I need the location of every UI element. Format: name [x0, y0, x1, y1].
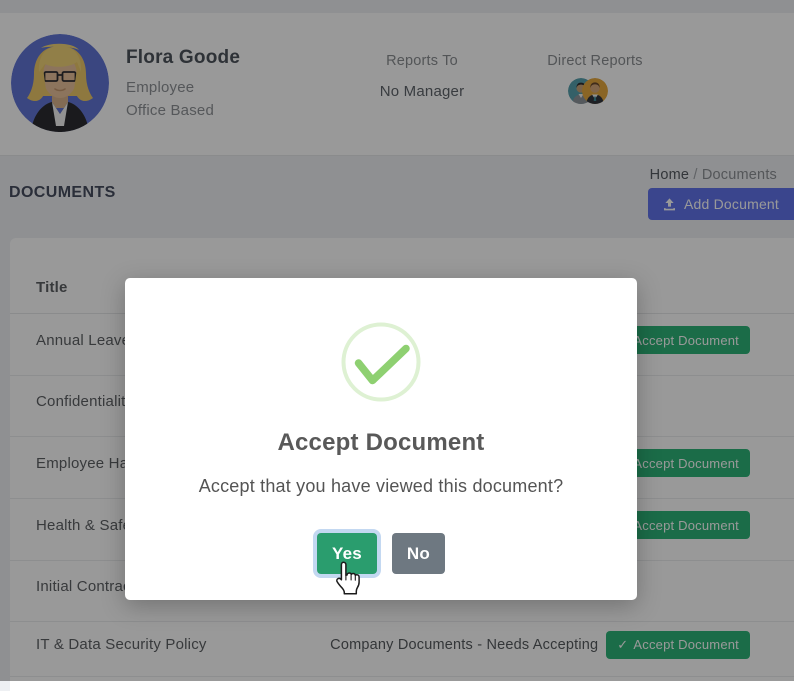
yes-button[interactable]: Yes — [317, 533, 377, 574]
accept-document-modal: Accept Document Accept that you have vie… — [125, 278, 637, 600]
modal-actions: Yes No — [125, 533, 637, 574]
success-check-icon — [341, 322, 421, 402]
modal-message: Accept that you have viewed this documen… — [125, 476, 637, 497]
modal-title: Accept Document — [125, 429, 637, 457]
no-button[interactable]: No — [392, 533, 445, 574]
